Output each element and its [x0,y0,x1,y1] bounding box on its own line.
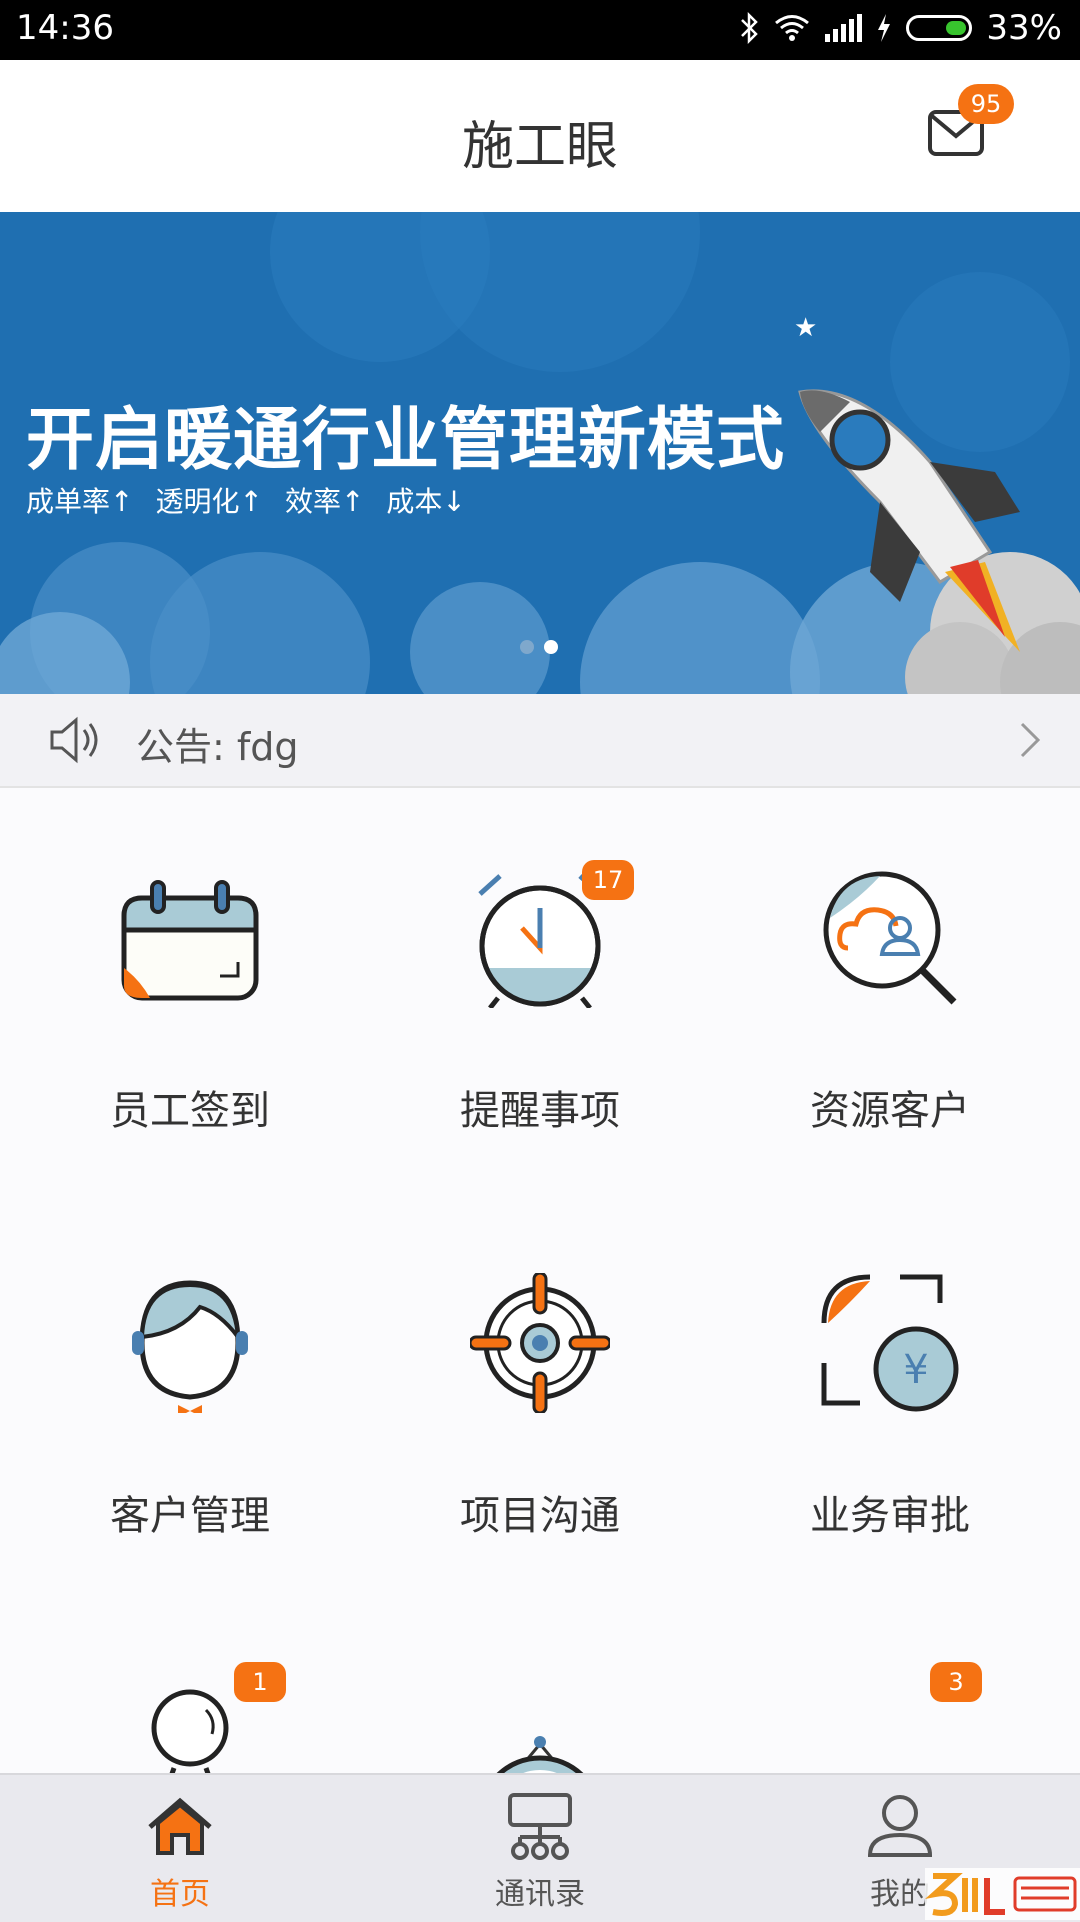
grid-item-reminders[interactable]: 17 提醒事项 [360,788,720,1188]
page-title: 施工眼 [461,117,618,177]
banner-tag: 效率↑ [284,485,365,518]
tab-home[interactable]: 首页 [0,1775,360,1922]
grid-item-person[interactable]: 1 [10,1588,370,1773]
carousel-indicator[interactable] [520,640,558,654]
grid-item-badge: 3 [930,1662,982,1702]
speaker-icon [50,716,98,764]
tab-label: 首页 [150,1877,210,1912]
home-icon [148,1797,212,1855]
clock-icon [496,1736,584,1773]
reminders-badge: 17 [582,860,634,900]
rocket-icon [798,389,1020,652]
announcement-text: 公告: fdg [136,725,299,769]
yuan-approval-icon: ¥ [821,1274,959,1412]
grid-item-label: 业务审批 [810,1493,970,1539]
status-time: 14:36 [16,8,114,48]
banner-headline: 开启暖通行业管理新模式 [26,401,786,480]
grid-item-label: 资源客户 [810,1088,970,1134]
charging-icon [878,14,891,42]
announcement-bar[interactable]: 公告: fdg [0,694,1080,788]
banner-tag: 成本↓ [386,485,466,518]
bottom-tab-bar: 首页 通讯录 我的 [0,1773,1080,1922]
grid-item-label: 客户管理 [110,1493,270,1539]
promo-banner[interactable]: ★ 开启暖通行业管理新模式 成单率↑ 透明化↑ 效率↑ 成本↓ [0,212,1080,694]
grid-item-project-communication[interactable]: 项目沟通 [360,1193,720,1593]
tab-contacts[interactable]: 通讯录 [360,1775,720,1922]
feature-grid: 员工签到 17 提醒事项 资源客户 客户管理 项目沟通 ¥ 业务审批 1 3 [0,788,1080,1773]
battery-icon [906,15,973,41]
grid-item-glasses[interactable]: 3 [710,1588,1070,1773]
carousel-dot-active[interactable] [544,640,558,654]
wifi-icon [775,15,810,41]
carousel-dot[interactable] [520,640,534,654]
watermark-logo [925,1868,1080,1920]
battery-percent: 33% [986,8,1062,48]
target-icon [470,1273,610,1413]
user-icon [867,1795,933,1857]
grid-item-label: 项目沟通 [460,1493,620,1539]
mail-badge: 95 [958,84,1014,124]
grid-item-resource-customers[interactable]: 资源客户 [710,788,1070,1188]
grid-item-badge: 1 [234,1662,286,1702]
banner-tag: 成单率↑ [26,485,134,518]
bluetooth-icon [741,12,759,44]
banner-tag: 透明化↑ [155,485,263,518]
org-chart-icon [508,1793,572,1860]
status-bar: 14:36 33% [0,0,1080,60]
signal-icon [825,14,863,42]
search-customer-icon [823,871,957,1005]
calendar-icon [121,880,259,1001]
grid-item-clock[interactable] [360,1588,720,1773]
app-header: 施工眼 [0,60,1080,214]
grid-item-label: 员工签到 [110,1088,270,1134]
grid-item-business-approval[interactable]: ¥ 业务审批 [710,1193,1070,1593]
grid-item-customer-management[interactable]: 客户管理 [10,1193,370,1593]
banner-tags: 成单率↑ 透明化↑ 效率↑ 成本↓ [26,480,466,520]
svg-text:¥: ¥ [903,1347,928,1393]
status-icons: 33% [738,8,1062,48]
grid-item-label: 提醒事项 [460,1088,620,1134]
chevron-right-icon [1020,722,1041,758]
svg-text:★: ★ [794,313,817,343]
customer-avatar-icon [132,1280,248,1413]
grid-item-attendance[interactable]: 员工签到 [10,788,370,1188]
tab-label: 通讯录 [495,1877,585,1912]
